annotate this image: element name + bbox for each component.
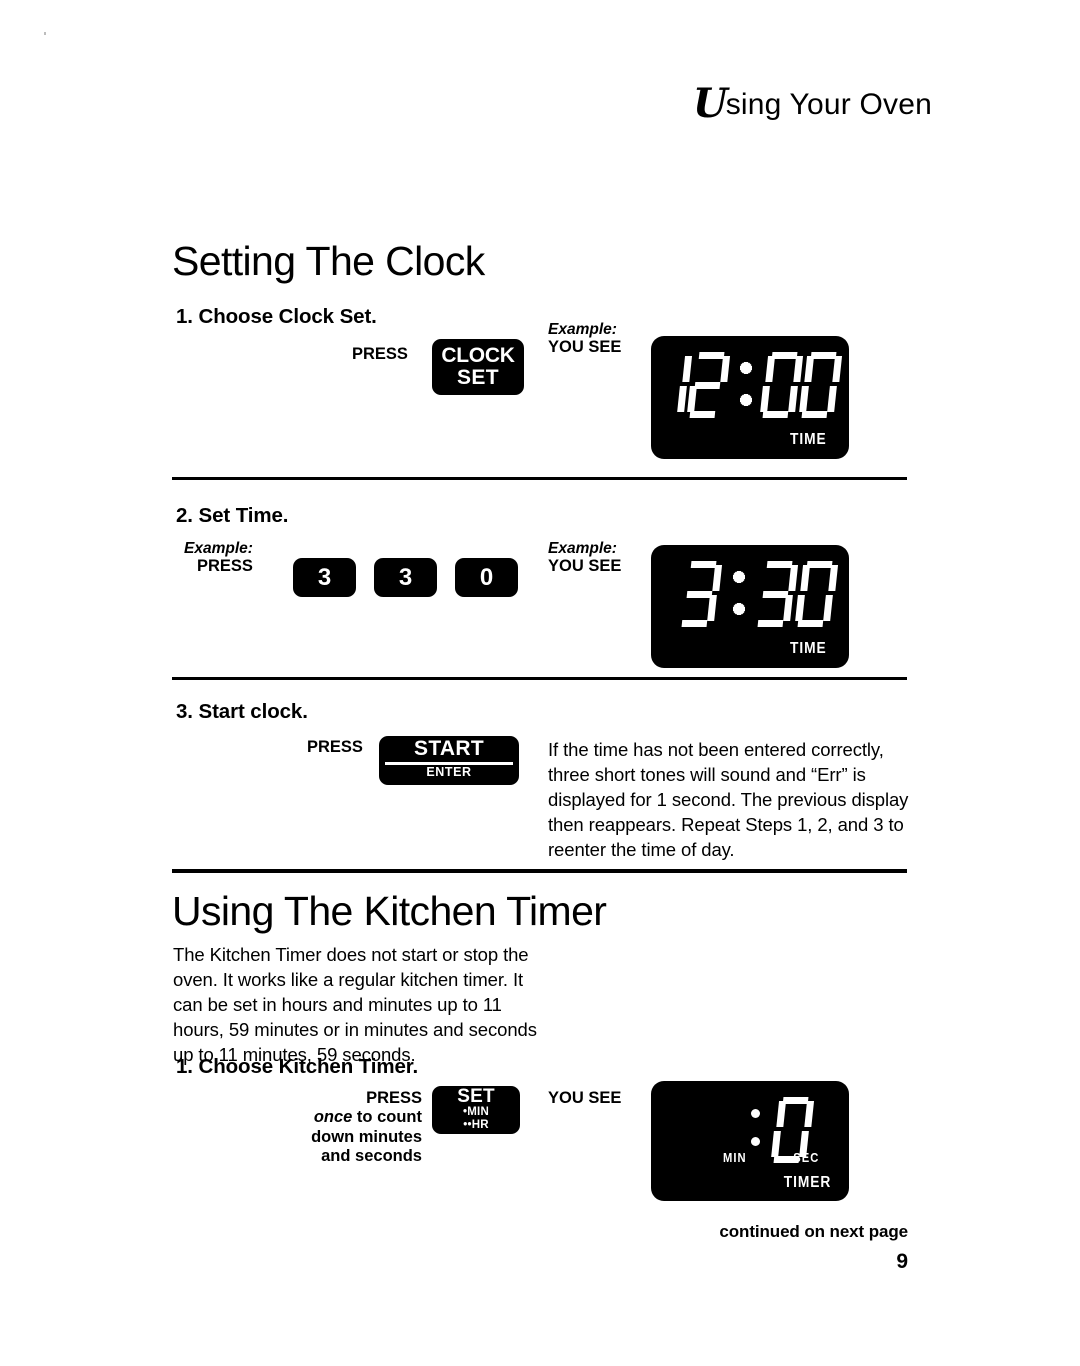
enter-button-label: ENTER [426,765,472,780]
step-heading-start-clock: 3. Start clock. [176,700,308,723]
seven-segment-digit-2 [687,352,731,418]
press-label-step2: Example: PRESS [184,540,253,576]
press-text: PRESS [307,738,363,756]
you-see-text: YOU SEE [548,1089,622,1107]
number-key-3-second[interactable]: 3 [374,558,437,597]
section-divider-3 [172,869,907,873]
kitchen-timer-intro-paragraph: The Kitchen Timer does not start or stop… [173,944,537,1065]
seven-segment-digit-1 [679,561,724,627]
section-title-using-the-kitchen-timer: Using The Kitchen Timer [172,888,607,934]
seven-segment-digit-2 [755,561,800,627]
seven-segment-digit-3 [795,561,840,627]
continued-note: continued on next page [719,1222,908,1241]
flashing-colon-icon [729,352,762,418]
display-annunciator-min: MIN [723,1150,747,1165]
press-label-step1: PRESS [352,345,408,363]
set-button-label: SET [457,1086,495,1107]
display-readout [651,557,849,631]
you-see-label-step2: Example: YOU SEE [548,540,621,576]
section-divider-2 [172,677,907,680]
number-key-0[interactable]: 0 [455,558,518,597]
display-readout [651,348,849,422]
starburst-icon-bottom [733,387,759,413]
seven-segment-digit-4 [798,352,842,418]
seven-segment-digit-1 [651,352,693,418]
error-note-paragraph: If the time has not been entered correct… [548,739,909,860]
number-key-3-first[interactable]: 3 [293,558,356,597]
oven-display-panel-clock-330: TIME [651,545,849,668]
display-annunciator-timer: TIMER [783,1174,831,1191]
clock-set-button-label-line2: SET [456,366,500,389]
press-text: PRESS [352,345,408,363]
press-text: PRESS [196,557,253,576]
step-heading-choose-kitchen-timer: 1. Choose Kitchen Timer. [176,1055,419,1078]
manual-page: Using Your Oven Setting The Clock 1. Cho… [0,0,1080,1366]
start-enter-button[interactable]: START ENTER [379,736,519,785]
clock-set-button-label-line1: CLOCK [441,343,515,367]
press-label-step3: PRESS [307,738,363,756]
start-button-label: START [414,737,484,760]
step-heading-choose-clock-set: 1. Choose Clock Set. [176,305,377,328]
running-head: Using Your Oven [693,84,932,124]
scan-artifact [44,32,46,35]
example-label: Example: [548,321,617,338]
running-head-initial: U [692,80,728,127]
section-divider-1 [172,477,907,480]
display-annunciator-time: TIME [790,640,827,657]
starburst-icon-top [733,355,759,381]
example-label: Example: [184,540,253,557]
press-note-emphasis: once [313,1108,353,1127]
page-number: 9 [896,1250,908,1273]
flashing-colon-icon [722,561,756,627]
oven-display-panel-timer: MIN SEC TIMER [651,1081,849,1201]
display-annunciator-time: TIME [790,431,827,448]
running-head-text: sing Your Oven [725,88,932,121]
clock-set-button[interactable]: CLOCK SET [432,339,524,395]
press-instruction-kitchen-timer: PRESS once to count down minutes and sec… [296,1089,422,1167]
seven-segment-digit-3 [760,352,804,418]
set-button-hr-label: ••HR [463,1118,489,1131]
starburst-icon-top [726,564,752,590]
you-see-label-step1: Example: YOU SEE [548,321,621,357]
example-label: Example: [548,540,617,557]
set-min-hr-button[interactable]: SET •MIN ••HR [432,1086,520,1134]
starburst-icon-bottom [726,596,752,622]
press-text: PRESS [366,1089,422,1107]
you-see-text: YOU SEE [548,557,622,576]
step-heading-set-time: 2. Set Time. [176,504,289,527]
you-see-text: YOU SEE [548,338,622,357]
you-see-label-kitchen-timer: YOU SEE [548,1089,621,1107]
section-title-setting-the-clock: Setting The Clock [172,238,485,284]
set-button-min-label: •MIN [463,1106,489,1118]
display-annunciator-sec: SEC [792,1150,819,1165]
oven-display-panel-clock-1200: TIME [651,336,849,459]
